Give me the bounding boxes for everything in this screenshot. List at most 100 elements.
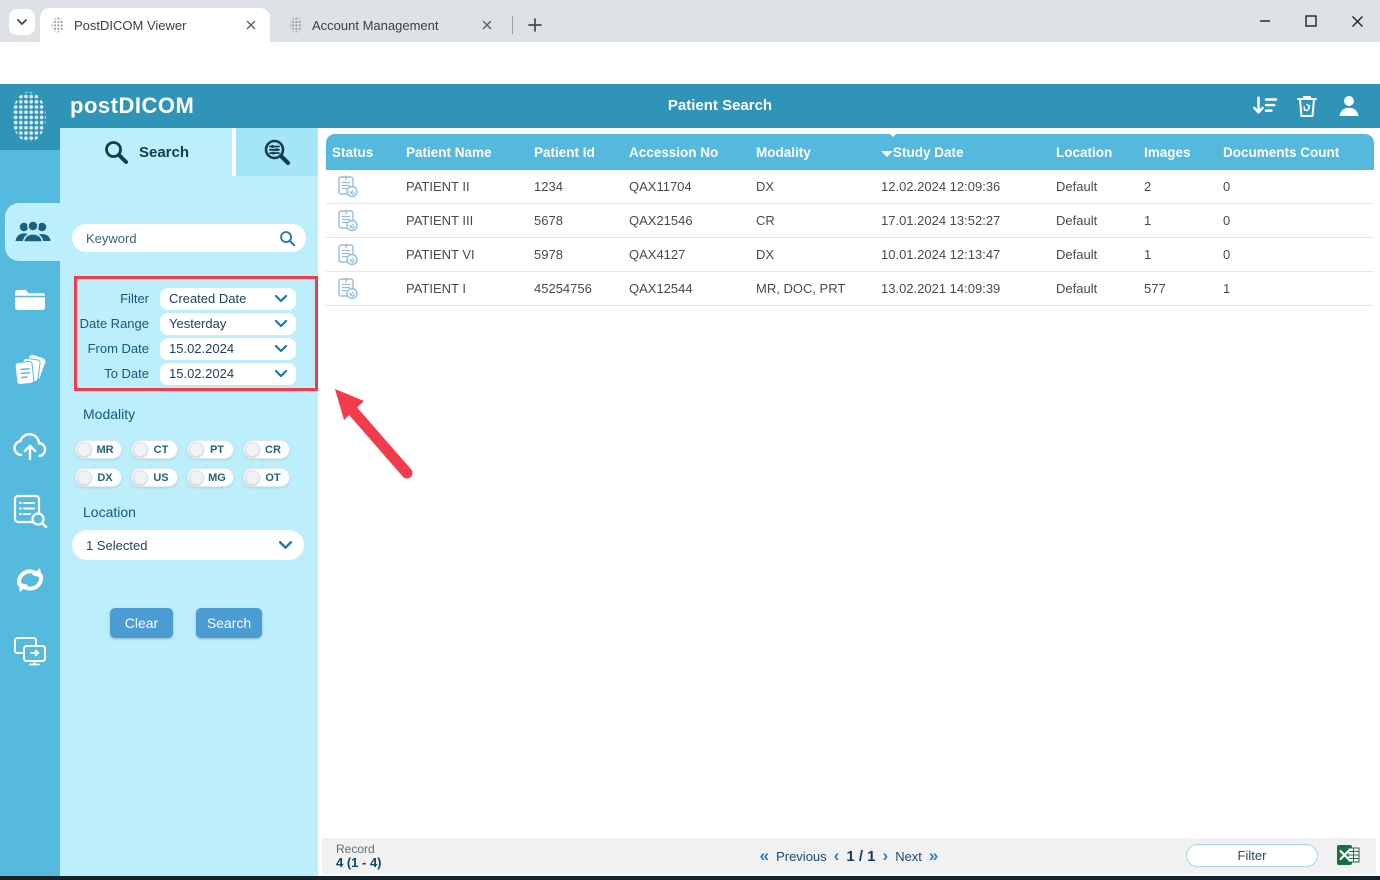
minimize-button[interactable] [1242,0,1288,42]
postdicom-logo [0,84,60,150]
col-location[interactable]: Location [1050,145,1138,160]
close-button[interactable] [1334,0,1380,42]
sidebar-item-share-screen[interactable] [0,631,60,671]
new-tab-button[interactable] [522,12,548,38]
tab-close-icon[interactable] [242,16,260,34]
export-excel-icon[interactable] [1336,843,1360,867]
modality-toggle-mr[interactable]: MR [75,440,122,459]
study-status-icon [338,243,358,266]
last-page-icon[interactable]: » [929,846,938,866]
sidebar-item-documents[interactable] [0,352,60,392]
modality-toggle-mg[interactable]: MG [187,468,234,487]
cell-documents: 1 [1223,281,1231,296]
sidebar-item-upload[interactable] [0,426,60,466]
date-range-dropdown[interactable]: Yesterday [160,312,296,335]
user-icon[interactable] [1336,92,1362,120]
previous-page-link[interactable]: Previous [776,849,827,864]
sidebar-item-worklist[interactable] [0,491,60,531]
maximize-button[interactable] [1288,0,1334,42]
sort-list-icon[interactable] [1252,92,1278,120]
next-page-icon[interactable]: › [883,846,889,866]
modality-toggle-us[interactable]: US [131,468,178,487]
table-filter-input[interactable] [1186,844,1318,867]
tab-postdicom-viewer[interactable]: PostDICOM Viewer [40,8,270,42]
clear-button[interactable]: Clear [110,608,173,638]
table-header-row: Status Patient Name Patient Id Accession… [326,130,1374,170]
table-row[interactable]: PATIENT VI 5978 QAX4127 DX 10.01.2024 12… [326,238,1374,272]
search-tab-label: Search [138,143,190,161]
toggle-knob [77,442,92,457]
modality-toggle-ct[interactable]: CT [131,440,178,459]
toggle-knob [133,442,148,457]
col-patient-name[interactable]: Patient Name [400,145,528,160]
table-row[interactable]: PATIENT II 1234 QAX11704 DX 12.02.2024 1… [326,170,1374,204]
col-images[interactable]: Images [1138,145,1217,160]
trash-icon[interactable] [1294,92,1320,120]
cell-study-date: 13.02.2021 14:09:39 [881,281,1001,296]
to-date-dropdown[interactable]: 15.02.2024 [160,362,296,385]
cell-modality: DX [756,247,775,262]
cell-location: Default [1056,247,1098,262]
search-button[interactable]: Search [196,608,262,638]
sort-desc-icon [887,130,899,137]
cell-patient-id: 45254756 [534,281,592,296]
keyword-field[interactable] [72,224,306,252]
col-patient-id[interactable]: Patient Id [528,145,623,160]
col-modality[interactable]: Modality [750,145,875,160]
from-date-dropdown[interactable]: 15.02.2024 [160,337,296,360]
first-page-icon[interactable]: « [760,846,769,866]
tab-search-button[interactable] [9,9,35,35]
col-study-date[interactable]: Study Date [875,130,1050,160]
modality-option-label: MR [96,443,114,456]
sort-indicator [881,150,893,157]
sidebar-item-folders[interactable] [0,280,60,320]
filter-label: Filter [120,291,149,306]
cell-location: Default [1056,179,1098,194]
cell-patient-id: 1234 [534,179,563,194]
col-status[interactable]: Status [326,145,400,160]
cell-accession-no: QAX4127 [629,247,686,262]
cell-accession-no: QAX21546 [629,213,693,228]
search-icon [105,141,128,164]
cell-study-date: 17.01.2024 13:52:27 [881,213,1001,228]
tab-title: Account Management [312,17,439,33]
search-icon[interactable] [279,230,296,247]
browser-toolbar: unitedstateswest.postdicom.com/Viewer/Ma… [0,42,1380,120]
side-nav [0,84,60,876]
keyword-input[interactable] [86,230,279,246]
col-documents-count[interactable]: Documents Count [1217,145,1374,160]
tab-close-icon[interactable] [478,16,496,34]
sidebar-item-patients[interactable] [5,203,60,261]
modality-toggle-dx[interactable]: DX [75,468,122,487]
page-title: Patient Search [667,97,773,114]
chevron-down-icon [275,319,287,327]
study-status-icon [338,175,358,198]
study-status-icon [338,277,358,300]
cell-patient-id: 5978 [534,247,563,262]
table-footer: Record 4 (1 - 4) « Previous ‹ 1 / 1 › Ne… [322,838,1376,874]
chevron-down-icon [275,344,287,352]
modality-toggle-cr[interactable]: CR [243,440,290,459]
to-date-label: To Date [104,366,149,381]
next-page-link[interactable]: Next [895,849,922,864]
filter-type-dropdown[interactable]: Created Date [160,287,296,310]
prev-page-icon[interactable]: ‹ [834,846,840,866]
location-dropdown[interactable]: 1 Selected [72,530,304,560]
sync-icon [16,568,44,592]
tab-basic-search[interactable]: Search [60,128,232,176]
app-header: postDICOM Patient Search [60,84,1380,128]
advanced-search-icon [264,139,291,166]
modality-toggle-pt[interactable]: PT [187,440,234,459]
cell-images: 1 [1144,247,1152,262]
page-indicator: 1 / 1 [846,847,876,865]
table-row[interactable]: PATIENT I 45254756 QAX12544 MR, DOC, PRT… [326,272,1374,306]
sidebar-item-sync[interactable] [0,560,60,600]
study-status-icon [338,209,358,232]
table-row[interactable]: PATIENT III 5678 QAX21546 CR 17.01.2024 … [326,204,1374,238]
search-panel: Search Filter Created Date [60,128,318,876]
col-accession-no[interactable]: Accession No [623,145,750,160]
modality-toggle-ot[interactable]: OT [243,468,290,487]
chevron-down-icon [279,540,292,549]
tab-advanced-search[interactable] [236,128,318,176]
tab-account-management[interactable]: Account Management [278,8,506,42]
